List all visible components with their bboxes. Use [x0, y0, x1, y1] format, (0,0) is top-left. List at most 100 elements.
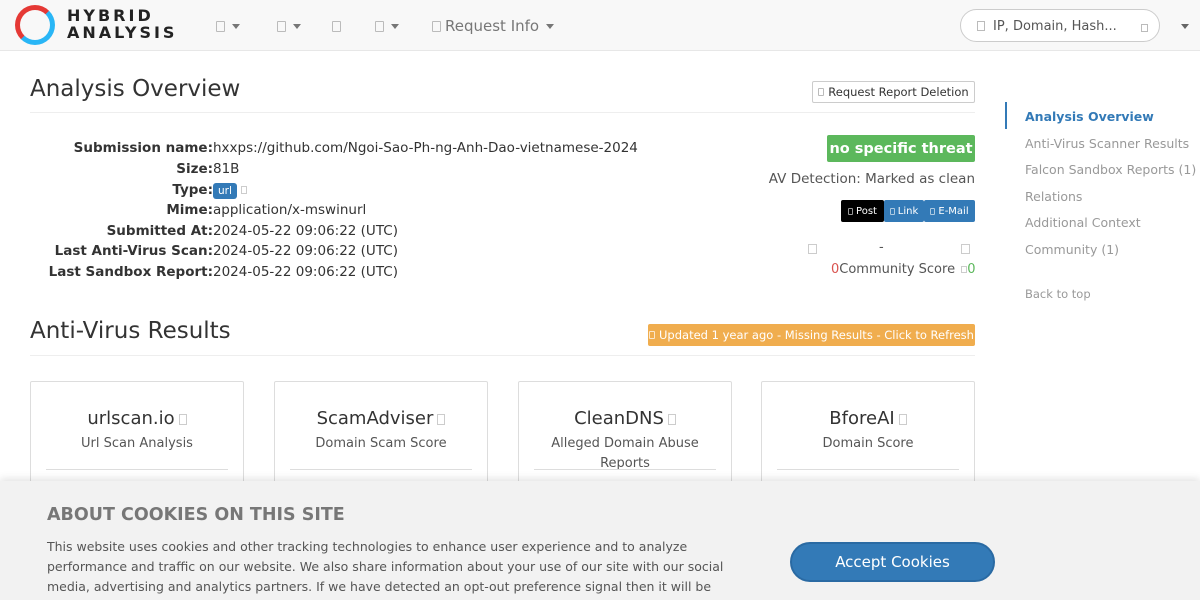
share-link-button[interactable]: Link: [884, 200, 924, 222]
detail-value: 81B: [213, 161, 240, 177]
cookie-title: ABOUT COOKIES ON THIS SITE: [47, 505, 345, 525]
chevron-down-icon[interactable]: [1181, 24, 1189, 29]
av-card-title: BforeAI: [762, 408, 974, 429]
av-card-title: urlscan.io: [31, 408, 243, 429]
av-card-name: ScamAdviser: [316, 408, 434, 429]
divider: [30, 355, 975, 356]
refresh-results-button[interactable]: Updated 1 year ago - Missing Results - C…: [648, 324, 975, 346]
nav-request-info[interactable]: Request Info: [432, 16, 555, 36]
analysis-overview-title: Analysis Overview: [30, 76, 241, 102]
share-email-label: E-Mail: [938, 205, 969, 217]
share-post-label: Post: [856, 205, 877, 217]
trash-icon: [818, 88, 825, 96]
detail-key: Mime:: [166, 202, 213, 218]
community-score: 0Community Score 0: [831, 262, 975, 277]
side-nav-analysis-overview[interactable]: Analysis Overview: [1025, 109, 1154, 124]
nav-dropdown-4[interactable]: [375, 16, 399, 36]
detail-row: Submitted At: 2024-05-22 09:06:22 (UTC): [30, 223, 730, 243]
search-box[interactable]: [960, 9, 1160, 42]
share-link-label: Link: [897, 205, 919, 217]
back-to-top-link[interactable]: Back to top: [1025, 287, 1091, 301]
detail-key: Last Anti-Virus Scan:: [54, 243, 213, 259]
cookie-banner: ABOUT COOKIES ON THIS SITE This website …: [0, 481, 1200, 600]
community-score-label: Community Score: [839, 262, 956, 277]
logo-line1: HYBRID: [67, 6, 154, 25]
divider: [46, 469, 228, 470]
detail-row: Last Sandbox Report: 2024-05-22 09:06:22 …: [30, 264, 730, 284]
logo-ring-icon: [15, 5, 55, 45]
av-card-name: urlscan.io: [87, 408, 175, 429]
detail-key: Last Sandbox Report:: [48, 264, 213, 280]
info-icon: [898, 413, 907, 425]
nav-link-3[interactable]: [332, 16, 341, 36]
detail-row: Mime: application/x-mswinurl: [30, 202, 730, 222]
side-nav-relations[interactable]: Relations: [1025, 189, 1082, 204]
accept-cookies-button[interactable]: Accept Cookies: [790, 542, 995, 582]
chevron-down-icon: [546, 23, 555, 29]
threat-verdict-badge: no specific threat: [827, 135, 975, 162]
side-nav-community[interactable]: Community (1): [1025, 242, 1119, 257]
av-card-desc: Domain Score: [822, 436, 914, 451]
detail-row: Type: url: [30, 182, 730, 202]
logo-line2: ANALYSIS: [67, 23, 178, 42]
info-icon[interactable]: [240, 186, 247, 194]
av-card-name: BforeAI: [829, 408, 895, 429]
chevron-down-icon: [391, 23, 399, 29]
community-dash: -: [879, 240, 884, 255]
share-email-button[interactable]: E-Mail: [924, 200, 975, 222]
detail-key: Size:: [176, 161, 213, 177]
detail-value: 2024-05-22 09:06:22 (UTC): [213, 243, 398, 259]
divider: [534, 469, 716, 470]
nav-icon: [216, 20, 225, 32]
divider: [290, 469, 472, 470]
nav-dropdown-2[interactable]: [277, 16, 301, 36]
detail-row: Submission name: hxxps://github.com/Ngoi-…: [30, 140, 730, 160]
detail-key: Type:: [172, 182, 213, 198]
nav-icon: [375, 20, 384, 32]
logo-text: HYBRID ANALYSIS: [67, 7, 177, 41]
info-icon: [178, 413, 187, 425]
side-nav-active-indicator: [1005, 102, 1007, 129]
detail-key: Submitted At:: [106, 223, 213, 239]
type-badge: url: [213, 183, 237, 199]
detail-row: Last Anti-Virus Scan: 2024-05-22 09:06:22…: [30, 243, 730, 263]
link-icon: [889, 207, 895, 215]
av-card-desc: Alleged Domain Abuse Reports: [551, 436, 699, 471]
nav-icon: [332, 20, 341, 32]
community-score-up: 0: [967, 262, 976, 277]
av-card-name: CleanDNS: [574, 408, 664, 429]
chevron-down-icon: [232, 23, 240, 29]
search-input[interactable]: [993, 17, 1133, 35]
request-report-deletion-label: Request Report Deletion: [828, 85, 969, 99]
anti-virus-results-title: Anti-Virus Results: [30, 318, 231, 344]
detail-value: url: [213, 182, 247, 199]
divider: [30, 112, 975, 113]
av-detection-text: AV Detection: Marked as clean: [768, 171, 975, 187]
share-post-button[interactable]: Post: [841, 200, 884, 222]
nav-dropdown-1[interactable]: [216, 16, 240, 36]
thumbs-up-icon[interactable]: [961, 244, 970, 254]
side-nav-falcon-sandbox-reports[interactable]: Falcon Sandbox Reports (1): [1025, 162, 1196, 177]
thumbs-down-icon[interactable]: [808, 244, 817, 254]
warning-icon: [649, 331, 656, 339]
av-card-title: ScamAdviser: [275, 408, 487, 429]
info-icon: [667, 413, 676, 425]
request-report-deletion-button[interactable]: Request Report Deletion: [812, 81, 975, 103]
nav-icon: [277, 20, 286, 32]
side-nav-additional-context[interactable]: Additional Context: [1025, 215, 1141, 230]
detail-value: 2024-05-22 09:06:22 (UTC): [213, 223, 398, 239]
navbar: HYBRID ANALYSIS Request Info: [0, 0, 1200, 51]
side-nav-anti-virus-scanner-results[interactable]: Anti-Virus Scanner Results: [1025, 136, 1189, 151]
detail-value: 2024-05-22 09:06:22 (UTC): [213, 264, 398, 280]
hybrid-analysis-logo[interactable]: HYBRID ANALYSIS: [15, 5, 185, 45]
refresh-results-label: Updated 1 year ago - Missing Results - C…: [659, 328, 974, 342]
av-card-desc: Domain Scam Score: [315, 436, 447, 451]
divider: [777, 469, 959, 470]
chevron-down-icon: [293, 23, 301, 29]
search-icon: [977, 21, 985, 31]
detail-value: hxxps://github.com/Ngoi-Sao-Ph-ng-Anh-Da…: [213, 140, 638, 156]
detail-row: Size: 81B: [30, 161, 730, 181]
av-card-desc: Url Scan Analysis: [81, 436, 193, 451]
search-submit-icon[interactable]: [1141, 24, 1148, 32]
request-info-icon: [432, 20, 441, 32]
